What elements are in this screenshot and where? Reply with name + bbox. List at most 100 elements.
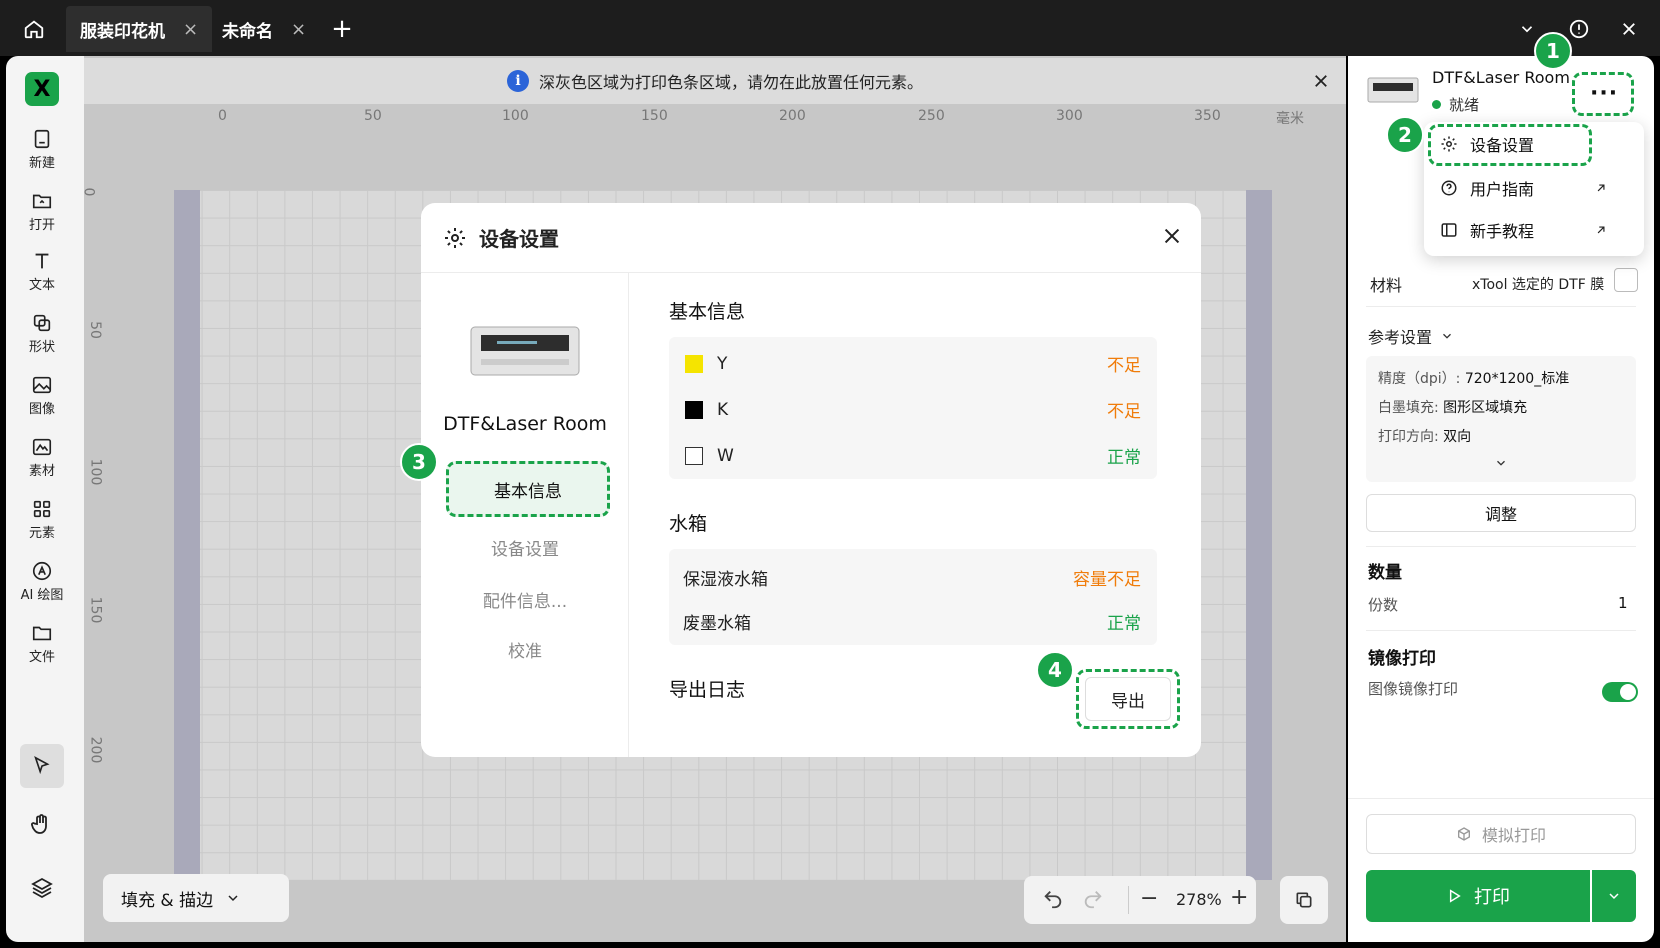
image-icon — [32, 376, 52, 394]
white-swatch — [685, 446, 703, 465]
select-tool[interactable] — [20, 744, 64, 788]
precision-row: 精度（dpi）: 720*1200_标准 — [1378, 368, 1569, 388]
nav-basic-info[interactable]: 基本信息 — [446, 461, 610, 517]
shape-tool[interactable]: 形状 — [10, 312, 74, 355]
ruler-x-label: 0 — [218, 108, 227, 124]
fill-stroke-dropdown[interactable]: 填充 & 描边 — [103, 874, 289, 922]
precision-value: 720*1200_标准 — [1464, 371, 1570, 387]
copies-input[interactable]: 1 — [1618, 594, 1628, 612]
copy-icon — [1296, 892, 1312, 908]
redo-button[interactable] — [1082, 888, 1104, 914]
nav-device-settings[interactable]: 设备设置 — [421, 535, 629, 560]
divider — [1366, 546, 1636, 547]
ink-name: K — [717, 399, 729, 420]
home-button[interactable] — [14, 12, 54, 46]
export-button[interactable]: 导出 — [1085, 677, 1171, 721]
close-icon — [1164, 228, 1180, 244]
quantity-title: 数量 — [1368, 563, 1402, 583]
layers-icon — [31, 877, 53, 899]
tank-row-humidifier: 保湿液水箱 容量不足 — [683, 565, 1141, 590]
image-tool[interactable]: 图像 — [10, 374, 74, 417]
divider — [1128, 886, 1129, 914]
notice-close-button[interactable] — [1306, 66, 1336, 96]
text-icon — [35, 253, 49, 269]
ink-name: W — [717, 445, 734, 466]
nav-accessory-info[interactable]: 配件信息... — [421, 587, 629, 612]
ruler-x-label: 50 — [364, 108, 382, 124]
material-tool[interactable]: 素材 — [10, 436, 74, 479]
info-icon: i — [506, 70, 529, 92]
menu-device-settings[interactable]: 设备设置 — [1440, 126, 1620, 162]
print-label: 打印 — [1474, 887, 1510, 908]
zoom-in-button[interactable]: + — [1230, 885, 1248, 910]
tab-label: 服装印花机 — [80, 21, 165, 42]
divider — [1366, 306, 1636, 307]
menu-user-guide[interactable]: 用户指南 — [1440, 170, 1620, 206]
tab-garment-printer[interactable]: 服装印花机 × — [66, 6, 213, 52]
tab-close-icon[interactable]: × — [183, 19, 198, 40]
elements-icon — [33, 500, 51, 518]
nav-calibration[interactable]: 校准 — [421, 637, 629, 662]
ai-draw-label: AI 绘图 — [20, 588, 64, 603]
shape-label: 形状 — [28, 340, 55, 355]
ref-settings-toggle[interactable]: 参考设置 — [1368, 324, 1454, 348]
print-strip-notice: i 深灰色区域为打印色条区域，请勿在此放置任何元素。 — [84, 58, 1346, 104]
layers-button[interactable] — [20, 866, 64, 910]
print-button[interactable]: 打印 — [1366, 870, 1590, 922]
info-circle-icon — [1569, 19, 1589, 39]
open-button[interactable]: 打开 — [10, 190, 74, 233]
external-link-icon — [1597, 226, 1605, 234]
elements-tool[interactable]: 元素 — [10, 498, 74, 541]
mirror-toggle[interactable] — [1602, 682, 1638, 702]
ink-status-box: Y 不足 K 不足 W 正常 — [669, 337, 1157, 479]
material-icon — [32, 438, 52, 456]
file-tool[interactable]: 文件 — [10, 622, 74, 665]
direction-label: 打印方向: — [1378, 429, 1439, 445]
hand-tool[interactable] — [20, 802, 64, 846]
menu-label: 用户指南 — [1470, 180, 1535, 199]
gear-icon — [1441, 136, 1457, 152]
device-name: DTF&Laser Room — [1432, 68, 1570, 87]
close-window-button[interactable] — [1611, 12, 1647, 46]
undo-icon — [1044, 891, 1062, 909]
home-icon — [24, 20, 44, 39]
copy-button[interactable] — [1280, 876, 1328, 924]
simulate-print-button[interactable]: 模拟打印 — [1366, 814, 1636, 854]
expand-chevron-icon[interactable] — [1494, 456, 1508, 470]
dialog-device-name: DTF&Laser Room — [443, 413, 607, 435]
zoom-out-button[interactable]: − — [1140, 886, 1158, 911]
file-folder-icon — [32, 626, 52, 641]
print-options-button[interactable] — [1592, 870, 1636, 922]
material-label: 材料 — [1370, 276, 1403, 295]
cursor-icon — [34, 756, 50, 775]
undo-button[interactable] — [1042, 888, 1064, 914]
tab-label: 未命名 — [222, 21, 273, 42]
menu-label: 设备设置 — [1470, 136, 1535, 155]
yellow-swatch — [685, 354, 703, 373]
direction-row: 打印方向: 双向 — [1378, 426, 1471, 446]
tank-name: 废墨水箱 — [683, 614, 751, 634]
add-tab-button[interactable]: + — [324, 12, 360, 46]
close-icon — [1623, 23, 1635, 35]
menu-tutorial[interactable]: 新手教程 — [1440, 212, 1620, 248]
ruler-y-label: 50 — [86, 321, 103, 339]
more-button[interactable]: ··· — [1572, 72, 1634, 116]
tab-close-icon[interactable]: × — [291, 19, 306, 40]
color-strip-right — [1246, 190, 1272, 880]
more-icon: ··· — [1590, 81, 1619, 106]
ai-draw-tool[interactable]: AI 绘图 — [10, 560, 74, 603]
device-thumbnail — [1366, 74, 1420, 108]
adjust-button[interactable]: 调整 — [1366, 494, 1636, 532]
new-button[interactable]: 新建 — [10, 128, 74, 171]
material-select[interactable] — [1614, 268, 1638, 292]
tank-status: 容量不足 — [1073, 570, 1141, 590]
ruler-x-label: 100 — [502, 108, 529, 124]
device-menu: 设备设置 用户指南 新手教程 — [1424, 122, 1644, 256]
tab-untitled[interactable]: 未命名 × — [208, 6, 320, 52]
shape-icon — [33, 314, 51, 332]
text-tool[interactable]: 文本 — [10, 250, 74, 293]
dialog-sidebar: DTF&Laser Room 基本信息 设备设置 配件信息... 校准 — [421, 273, 629, 757]
dialog-close-button[interactable] — [1161, 225, 1183, 251]
ink-row-k: K 不足 — [685, 397, 1141, 422]
ai-draw-icon — [32, 561, 52, 581]
